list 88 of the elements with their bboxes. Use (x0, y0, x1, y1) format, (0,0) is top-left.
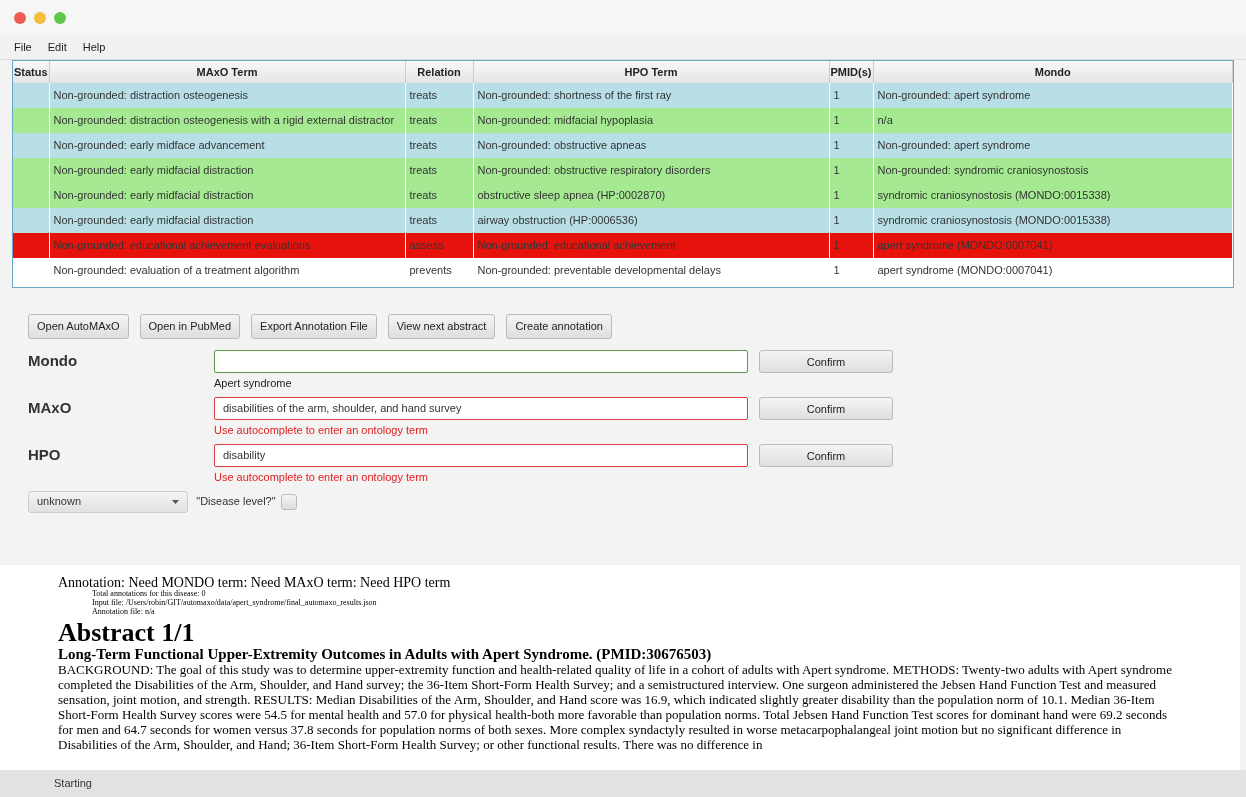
confirm-button[interactable]: Confirm (759, 349, 893, 373)
table-row[interactable]: Non-grounded: distraction osteogenesis treats Non-grounded: shortness of the first ray 1 Non-grounded: apert syndrome (13, 83, 1233, 108)
caret-icon (172, 499, 179, 504)
table-cell: 1 (833, 114, 840, 126)
table-row[interactable]: Non-grounded: distraction osteogenesis with a rigid external distractor treats Non-grounded: midfacial hypoplasia 1 n/a (13, 108, 1233, 133)
menu-item[interactable]: Help (74, 39, 114, 56)
table-row[interactable]: Non-grounded: early midfacial distraction treats airway obstruction (HP:0006536) 1 syndromic craniosynostosis (MONDO:0015338) (13, 208, 1233, 233)
table-cell: Non-grounded: apert syndrome (877, 139, 1031, 151)
column-header[interactable]: Relation (405, 61, 473, 83)
abstract-heading: Abstract 1/1 (58, 618, 196, 647)
table-cell: Non-grounded: midfacial hypoplasia (477, 114, 653, 126)
table-cell: treats (409, 139, 437, 151)
column-header[interactable]: MAxO Term (49, 61, 405, 83)
input-field[interactable]: disability (214, 443, 748, 467)
table-row[interactable]: Non-grounded: early midface advancement treats Non-grounded: obstructive apneas 1 Non-grounded: apert syndrome (13, 133, 1233, 158)
menu-item[interactable]: File (6, 39, 40, 56)
table-cell: apert syndrome (MONDO:0007041) (877, 239, 1053, 251)
column-header[interactable]: PMID(s) (829, 61, 873, 83)
confirm-button[interactable]: Confirm (759, 443, 893, 467)
table-cell: Non-grounded: distraction osteogenesis with a rigid external distractor (53, 114, 395, 126)
table-cell: airway obstruction (HP:0006536) (477, 214, 638, 226)
field-label: HPO (28, 444, 62, 465)
table-cell: 1 (833, 189, 840, 201)
table-cell: Non-grounded: apert syndrome (877, 89, 1031, 101)
table-cell: Non-grounded: obstructive apneas (477, 139, 647, 151)
field-label: Mondo (28, 350, 79, 371)
table-cell: 1 (833, 164, 840, 176)
table-cell: Non-grounded: early midfacial distraction (53, 189, 254, 201)
column-header[interactable]: Status (13, 61, 49, 83)
menu-item[interactable]: Edit (39, 39, 75, 56)
field-label: MAxO (28, 397, 73, 418)
dropdown-value: unknown (37, 494, 82, 510)
table-cell: treats (409, 214, 437, 226)
action-button[interactable]: Export Annotation File (251, 314, 377, 339)
hint-text: Use autocomplete to enter an ontology term (214, 422, 429, 438)
table-cell: 1 (833, 89, 840, 101)
hint-text: Apert syndrome (214, 375, 293, 391)
action-button[interactable]: Create annotation (506, 314, 612, 339)
table-cell: Non-grounded: obstructive respiratory disorders (477, 164, 711, 176)
table-cell: 1 (833, 139, 840, 151)
table-cell: syndromic craniosynostosis (MONDO:0015338) (877, 189, 1111, 201)
info-line: Annotation file: n/a (92, 608, 156, 617)
table-cell: obstructive sleep apnea (HP:0002870) (477, 189, 666, 201)
table-cell: treats (409, 89, 437, 101)
table-cell: Non-grounded: preventable developmental delays (477, 264, 721, 276)
table-cell: Non-grounded: early midfacial distraction (53, 164, 254, 176)
table-cell: Non-grounded: educational achievement (477, 239, 676, 251)
table-cell: Non-grounded: syndromic craniosynostosis (877, 164, 1089, 176)
table-cell: Non-grounded: distraction osteogenesis (53, 89, 248, 101)
maximize-icon[interactable] (54, 12, 66, 24)
article-title: Long-Term Functional Upper-Extremity Outcomes in Adults with Apert Syndrome. (PMID:30676503) (58, 646, 713, 664)
table-cell: 1 (833, 264, 840, 276)
table-cell: syndromic craniosynostosis (MONDO:0015338) (877, 214, 1111, 226)
table-cell: Non-grounded: early midfacial distraction (53, 214, 254, 226)
table-cell: treats (409, 164, 437, 176)
action-button[interactable]: Open AutoMAxO (28, 314, 129, 339)
table-cell: assess (409, 239, 444, 251)
table-cell: apert syndrome (MONDO:0007041) (877, 264, 1053, 276)
checkbox-label: "Disease level?" (196, 494, 276, 510)
input-field[interactable] (214, 349, 748, 373)
table-row[interactable]: Non-grounded: early midfacial distraction treats obstructive sleep apnea (HP:0002870) 1 syndromic craniosynostosis (MONDO:0015338) (13, 183, 1233, 208)
column-header[interactable]: Mondo (873, 61, 1233, 83)
action-button[interactable]: View next abstract (387, 314, 496, 339)
input-field[interactable]: disabilities of the arm, shoulder, and hand survey (214, 396, 748, 420)
annotation-status: Annotation: Need MONDO term: Need MAxO term: Need HPO term (58, 575, 452, 590)
confirm-button[interactable]: Confirm (759, 396, 893, 420)
status-text: Starting (54, 776, 92, 792)
table-cell: Non-grounded: early midface advancement (53, 139, 265, 151)
close-icon[interactable] (14, 12, 26, 24)
table-cell: Non-grounded: educational achievement evaluations (53, 239, 311, 251)
abstract-text: BACKGROUND: The goal of this study was to determine upper-extremity function and health-related quality of life in a cohort of adults with Apert syndrome. METHODS: Twenty-two adults with Apert syndrome completed the Disabilities of the Arm, Shoulder, and Hand survey; the 36-Item Short-Form Health Survey; and a semistructured interview. One surgeon administered the Jebsen Hand Function Test and measured sensation, joint motion, and strength. RESULTS: Median Disabilities of the Arm, Shoulder, and Hand score was 16.9, which indicated slightly greater disability than the population norm of 10.1. Median 36-Item Short-Form Health Survey scores were 54.5 for mental health and 57.0 for physical health-both more favorable than population norms. Total Jebsen Hand Function Test scores for dominant hand were 69.2 seconds for men and 64.7 seconds for women versus 37.8 seconds for population norms of both sexes. More complex syndactyly resulted in worse metacarpophalangeal joint motion but no significant difference in Disabilities of the Arm, Shoulder, and Hand; 36-Item Short-Form Health Survey; or other functional results. There was no difference in (58, 663, 1173, 753)
table-cell: treats (409, 189, 437, 201)
hint-text: Use autocomplete to enter an ontology term (214, 469, 429, 485)
table-cell: treats (409, 114, 437, 126)
checkbox[interactable] (281, 493, 298, 510)
table-cell: 1 (833, 214, 840, 226)
table-row[interactable]: Non-grounded: early midfacial distraction treats Non-grounded: obstructive respiratory disorders 1 Non-grounded: syndromic craniosynostosis (13, 158, 1233, 183)
column-header[interactable]: HPO Term (473, 61, 829, 83)
action-button[interactable]: Open in PubMed (139, 314, 241, 339)
table-cell: Non-grounded: evaluation of a treatment algorithm (53, 264, 300, 276)
table-cell: prevents (409, 264, 452, 276)
table-cell: n/a (877, 114, 893, 126)
info-line: Total annotations for this disease: 0 (92, 590, 207, 599)
table-cell: 1 (833, 239, 840, 251)
dropdown[interactable]: unknown (28, 490, 188, 513)
minimize-icon[interactable] (34, 12, 46, 24)
table-cell: Non-grounded: shortness of the first ray (477, 89, 672, 101)
info-line: Input file: /Users/robin/GIT/automaxo/data/apert_syndrome/final_automaxo_results.json (92, 599, 378, 608)
